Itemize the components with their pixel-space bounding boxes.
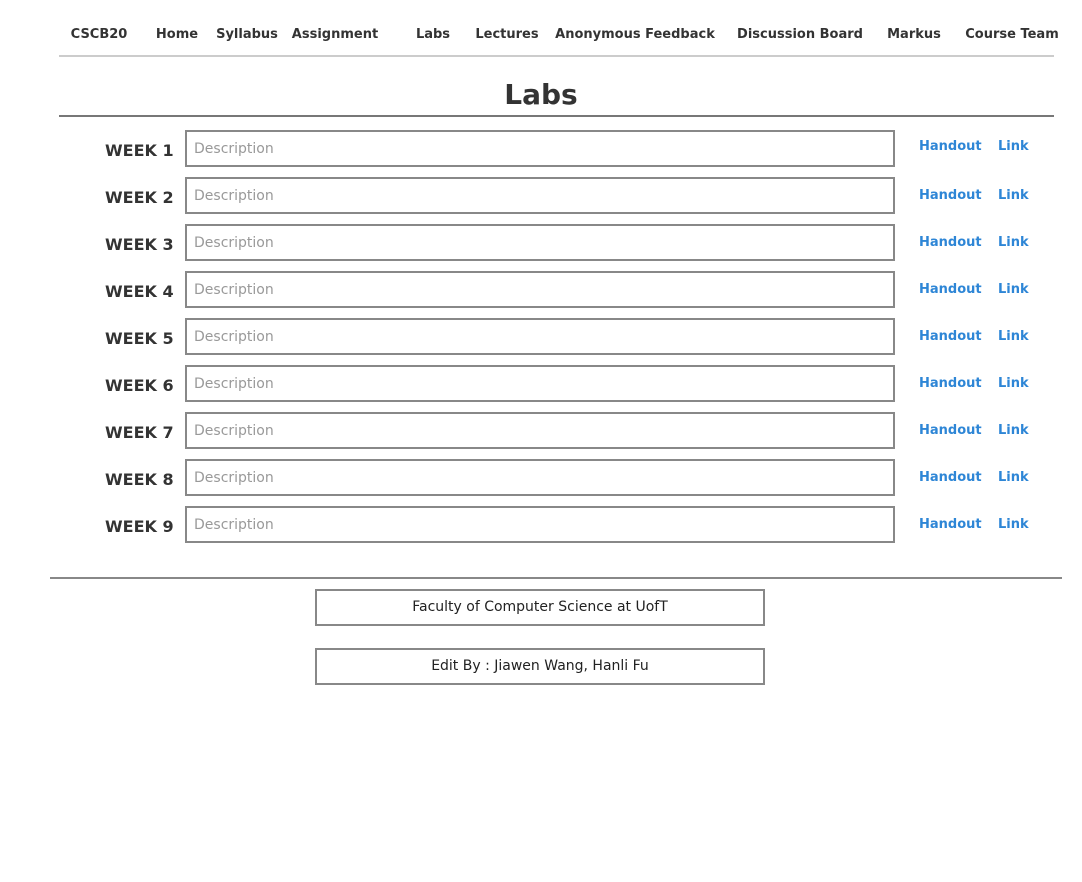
- lab-link[interactable]: Link: [998, 139, 1029, 154]
- week-row: WEEK 3 Handout Link: [0, 224, 1082, 261]
- lab-link[interactable]: Link: [998, 376, 1029, 391]
- week-row: WEEK 6 Handout Link: [0, 365, 1082, 402]
- nav-item-syllabus[interactable]: Syllabus: [216, 27, 278, 42]
- week-label: WEEK 3: [105, 235, 174, 254]
- week-label: WEEK 2: [105, 188, 174, 207]
- handout-link[interactable]: Handout: [919, 282, 982, 297]
- lab-link[interactable]: Link: [998, 235, 1029, 250]
- description-input[interactable]: [185, 506, 895, 543]
- nav-item-home[interactable]: Home: [156, 27, 198, 42]
- nav-item-markus[interactable]: Markus: [887, 27, 941, 42]
- lab-link[interactable]: Link: [998, 188, 1029, 203]
- title-divider: [59, 115, 1054, 117]
- footer-credits: Edit By : Jiawen Wang, Hanli Fu: [315, 648, 765, 685]
- lab-link[interactable]: Link: [998, 423, 1029, 438]
- week-label: WEEK 5: [105, 329, 174, 348]
- lab-link[interactable]: Link: [998, 282, 1029, 297]
- week-row: WEEK 2 Handout Link: [0, 177, 1082, 214]
- week-row: WEEK 1 Handout Link: [0, 130, 1082, 167]
- nav-item-anonymous-feedback[interactable]: Anonymous Feedback: [555, 27, 715, 42]
- week-label: WEEK 7: [105, 423, 174, 442]
- week-row: WEEK 5 Handout Link: [0, 318, 1082, 355]
- nav-item-cscb20[interactable]: CSCB20: [71, 27, 128, 42]
- top-nav: CSCB20 Home Syllabus Assignment Labs Lec…: [59, 0, 1059, 57]
- description-input[interactable]: [185, 365, 895, 402]
- nav-item-lectures[interactable]: Lectures: [475, 27, 538, 42]
- week-row: WEEK 7 Handout Link: [0, 412, 1082, 449]
- handout-link[interactable]: Handout: [919, 470, 982, 485]
- week-label: WEEK 4: [105, 282, 174, 301]
- week-label: WEEK 8: [105, 470, 174, 489]
- description-input[interactable]: [185, 412, 895, 449]
- description-input[interactable]: [185, 224, 895, 261]
- week-row: WEEK 8 Handout Link: [0, 459, 1082, 496]
- handout-link[interactable]: Handout: [919, 188, 982, 203]
- nav-item-course-team[interactable]: Course Team: [965, 27, 1059, 42]
- lab-link[interactable]: Link: [998, 329, 1029, 344]
- description-input[interactable]: [185, 318, 895, 355]
- week-label: WEEK 9: [105, 517, 174, 536]
- nav-item-discussion-board[interactable]: Discussion Board: [737, 27, 863, 42]
- handout-link[interactable]: Handout: [919, 329, 982, 344]
- lab-link[interactable]: Link: [998, 470, 1029, 485]
- week-label: WEEK 1: [105, 141, 174, 160]
- page-title: Labs: [504, 78, 578, 111]
- lab-link[interactable]: Link: [998, 517, 1029, 532]
- description-input[interactable]: [185, 177, 895, 214]
- handout-link[interactable]: Handout: [919, 423, 982, 438]
- handout-link[interactable]: Handout: [919, 517, 982, 532]
- nav-item-assignment[interactable]: Assignment: [292, 27, 378, 42]
- footer-faculty: Faculty of Computer Science at UofT: [315, 589, 765, 626]
- handout-link[interactable]: Handout: [919, 139, 982, 154]
- handout-link[interactable]: Handout: [919, 376, 982, 391]
- description-input[interactable]: [185, 130, 895, 167]
- description-input[interactable]: [185, 459, 895, 496]
- nav-item-labs[interactable]: Labs: [416, 27, 450, 42]
- week-row: WEEK 9 Handout Link: [0, 506, 1082, 543]
- week-row: WEEK 4 Handout Link: [0, 271, 1082, 308]
- footer-divider: [50, 577, 1062, 579]
- handout-link[interactable]: Handout: [919, 235, 982, 250]
- week-label: WEEK 6: [105, 376, 174, 395]
- description-input[interactable]: [185, 271, 895, 308]
